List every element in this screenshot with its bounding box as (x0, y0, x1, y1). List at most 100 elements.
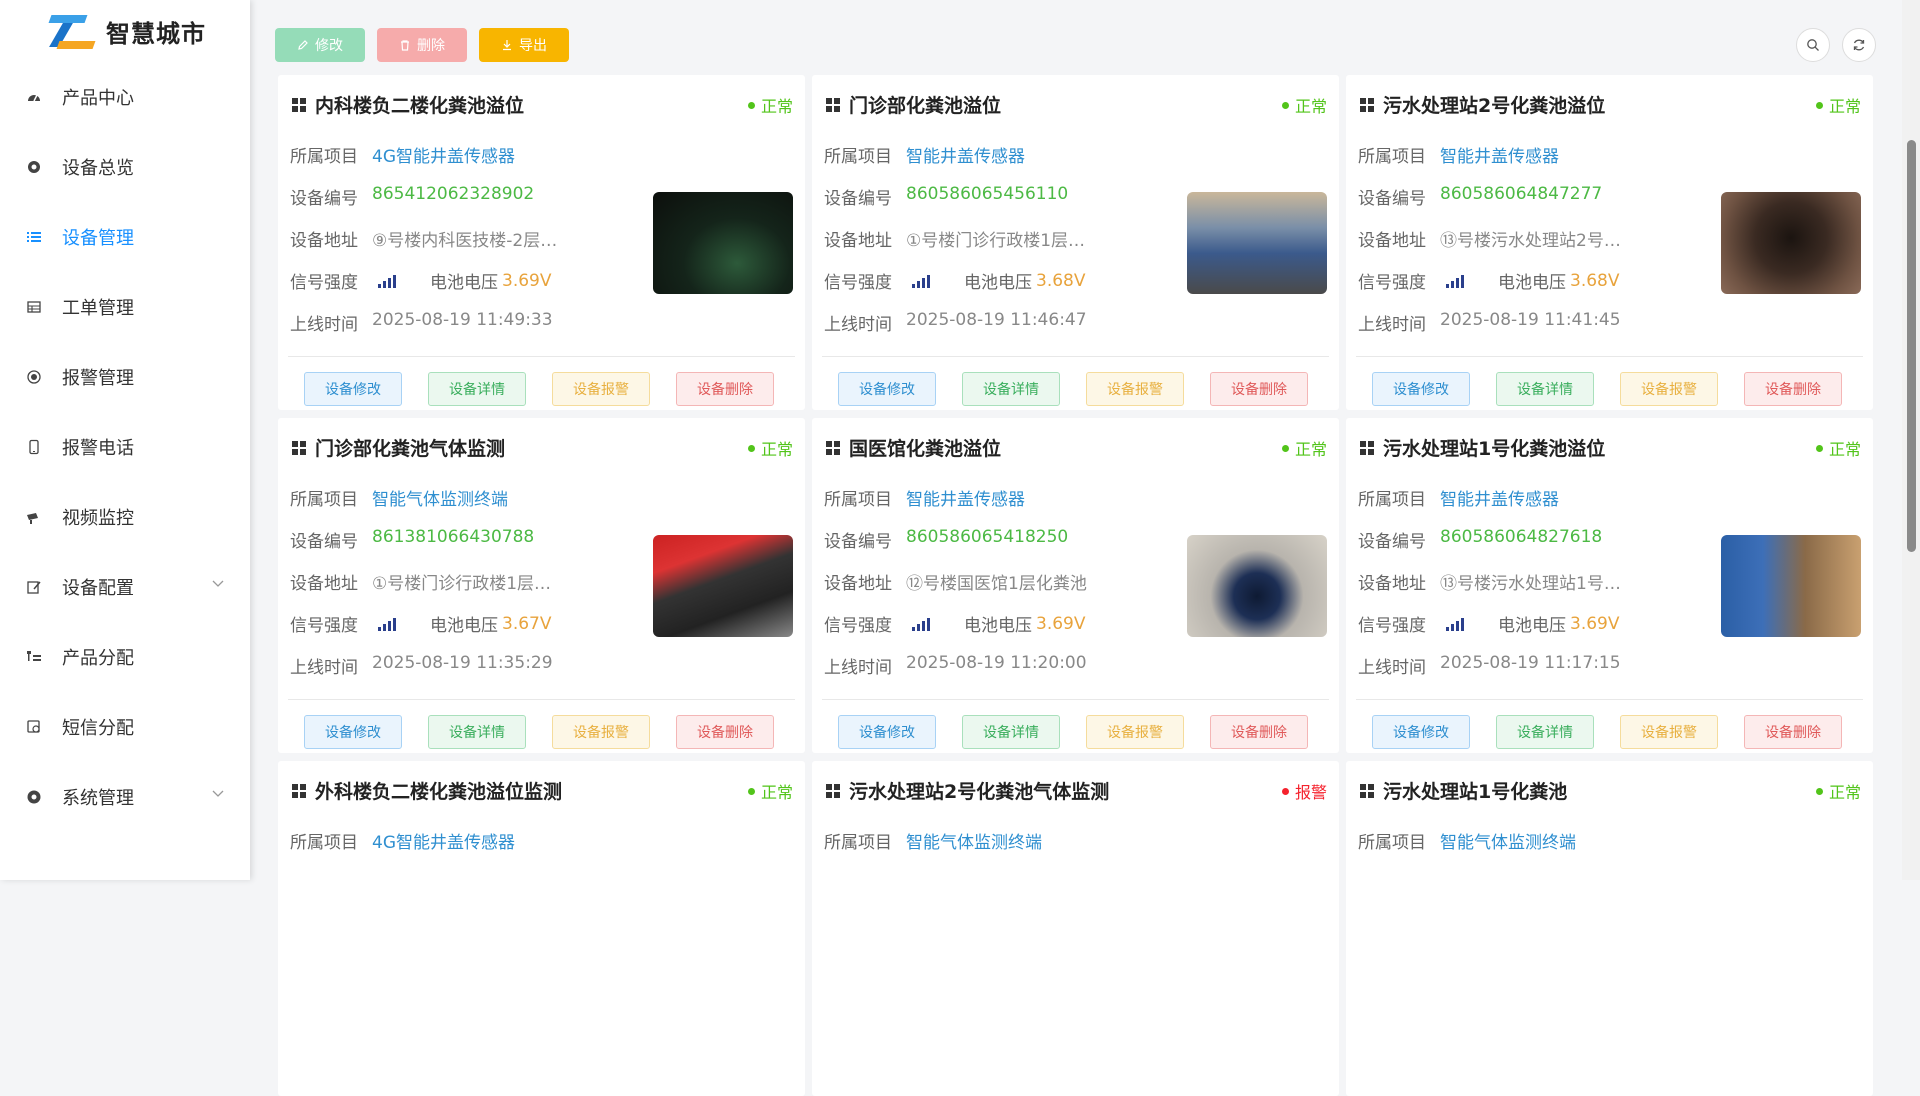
device-photo[interactable] (1187, 192, 1327, 294)
device-photo[interactable] (653, 192, 793, 294)
project-value[interactable]: 4G智能井盖传感器 (372, 142, 515, 167)
device-edit-button[interactable]: 设备修改 (304, 372, 402, 406)
sidebar-item-label: 产品分配 (62, 648, 134, 669)
device-detail-button[interactable]: 设备详情 (1496, 372, 1594, 406)
sidebar-item-7[interactable]: 设备配置 (0, 552, 250, 622)
status-badge: 报警 (1281, 779, 1327, 803)
device-delete-button[interactable]: 设备删除 (676, 372, 774, 406)
device-detail-button[interactable]: 设备详情 (1496, 715, 1594, 749)
grid-icon (292, 783, 306, 798)
device-alarm-button[interactable]: 设备报警 (1086, 372, 1184, 406)
card-actions: 设备修改 设备详情 设备报警 设备删除 (838, 715, 1308, 749)
device-photo[interactable] (1721, 535, 1861, 637)
sidebar-item-4[interactable]: 报警管理 (0, 342, 250, 412)
device-edit-button[interactable]: 设备修改 (838, 372, 936, 406)
device-photo[interactable] (653, 535, 793, 637)
device-edit-button[interactable]: 设备修改 (1372, 715, 1470, 749)
device-edit-button[interactable]: 设备修改 (1372, 372, 1470, 406)
device-edit-button[interactable]: 设备修改 (838, 715, 936, 749)
field-label: 上线时间 (290, 315, 358, 335)
battery-value: 3.69V (1036, 613, 1086, 634)
field-label: 所属项目 (1358, 833, 1426, 853)
status-text: 正常 (760, 97, 793, 116)
field-label: 上线时间 (290, 658, 358, 678)
sidebar-item-1[interactable]: 设备总览 (0, 132, 250, 202)
divider (288, 699, 795, 700)
status-dot-icon (747, 101, 755, 109)
device-detail-button[interactable]: 设备详情 (962, 715, 1060, 749)
device-alarm-button[interactable]: 设备报警 (1620, 715, 1718, 749)
device-photo[interactable] (1187, 535, 1327, 637)
device-alarm-button[interactable]: 设备报警 (552, 715, 650, 749)
device-delete-button[interactable]: 设备删除 (1210, 372, 1308, 406)
device-title-text: 污水处理站2号化粪池溢位 (1383, 95, 1606, 117)
device-photo[interactable] (1721, 192, 1861, 294)
project-value[interactable]: 智能井盖传感器 (1440, 142, 1559, 167)
project-value[interactable]: 智能气体监测终端 (906, 828, 1042, 853)
device-alarm-button[interactable]: 设备报警 (1086, 715, 1184, 749)
sidebar-item-3[interactable]: 工单管理 (0, 272, 250, 342)
sidebar-item-10[interactable]: 系统管理 (0, 762, 250, 832)
device-delete-button[interactable]: 设备删除 (1210, 715, 1308, 749)
list-icon (24, 227, 44, 247)
field-label: 设备地址 (824, 231, 892, 251)
brand-logo[interactable]: 智慧城市 (0, 0, 250, 62)
device-title: 国医馆化粪池溢位 (826, 434, 1001, 461)
project-value[interactable]: 智能井盖传感器 (1440, 485, 1559, 510)
address-value: ⑬号楼污水处理站2号… (1440, 231, 1621, 251)
scrollbar-thumb[interactable] (1907, 140, 1916, 552)
field-signal: 信号强度 电池电压 3.69V (1358, 611, 1619, 637)
battery-value: 3.68V (1570, 270, 1620, 291)
device-delete-button[interactable]: 设备删除 (1744, 715, 1842, 749)
device-title-text: 门诊部化粪池气体监测 (315, 438, 506, 460)
refresh-button[interactable] (1842, 28, 1876, 62)
project-value[interactable]: 4G智能井盖传感器 (372, 828, 515, 853)
device-alarm-button[interactable]: 设备报警 (552, 372, 650, 406)
field-label: 设备地址 (824, 574, 892, 594)
device-edit-button[interactable]: 设备修改 (304, 715, 402, 749)
grid-icon (292, 440, 306, 455)
field-project: 所属项目 4G智能井盖传感器 (290, 828, 515, 853)
export-button-label: 导出 (519, 38, 547, 54)
sidebar-item-6[interactable]: 视频监控 (0, 482, 250, 552)
device-detail-button[interactable]: 设备详情 (962, 372, 1060, 406)
status-dot-icon (1815, 444, 1823, 452)
sidebar-item-0[interactable]: 产品中心 (0, 62, 250, 132)
sidebar-item-9[interactable]: 短信分配 (0, 692, 250, 762)
project-value[interactable]: 智能井盖传感器 (906, 485, 1025, 510)
export-button[interactable]: 导出 (479, 28, 569, 62)
status-dot-icon (1815, 787, 1823, 795)
device-alarm-button[interactable]: 设备报警 (1620, 372, 1718, 406)
project-value[interactable]: 智能气体监测终端 (372, 485, 508, 510)
divider (822, 699, 1329, 700)
status-dot-icon (747, 444, 755, 452)
device-delete-button[interactable]: 设备删除 (676, 715, 774, 749)
device-detail-button[interactable]: 设备详情 (428, 372, 526, 406)
sidebar-item-2[interactable]: 设备管理 (0, 202, 250, 272)
card-actions: 设备修改 设备详情 设备报警 设备删除 (304, 372, 774, 406)
online-value: 2025-08-19 11:41:45 (1440, 310, 1621, 330)
field-label: 所属项目 (290, 147, 358, 167)
divider (288, 356, 795, 357)
project-value[interactable]: 智能气体监测终端 (1440, 828, 1576, 853)
project-value[interactable]: 智能井盖传感器 (906, 142, 1025, 167)
device-delete-button[interactable]: 设备删除 (1744, 372, 1842, 406)
sidebar-item-8[interactable]: 产品分配 (0, 622, 250, 692)
device-detail-button[interactable]: 设备详情 (428, 715, 526, 749)
battery-value: 3.69V (502, 270, 552, 291)
field-online: 上线时间 2025-08-19 11:41:45 (1358, 310, 1621, 335)
field-label: 设备编号 (290, 532, 358, 552)
battery-label: 电池电压 (964, 273, 1032, 293)
search-button[interactable] (1796, 28, 1830, 62)
sidebar-item-label: 短信分配 (62, 718, 134, 739)
scrollbar[interactable] (1902, 0, 1920, 880)
sidebar: 智慧城市 产品中心 设备总览 设备管理 工单管理 报警管理 报警电话 视频监控 设备配置产品分… (0, 0, 250, 880)
delete-button[interactable]: 删除 (377, 28, 467, 62)
edit-button[interactable]: 修改 (275, 28, 365, 62)
device-card: 门诊部化粪池溢位 正常 所属项目 智能井盖传感器 设备编号 860586065456110… (812, 75, 1339, 410)
grid-icon (1360, 440, 1374, 455)
battery-value: 3.68V (1036, 270, 1086, 291)
sidebar-item-5[interactable]: 报警电话 (0, 412, 250, 482)
field-code: 设备编号 860586065418250 (824, 527, 1068, 552)
device-title: 内科楼负二楼化粪池溢位 (292, 91, 524, 118)
